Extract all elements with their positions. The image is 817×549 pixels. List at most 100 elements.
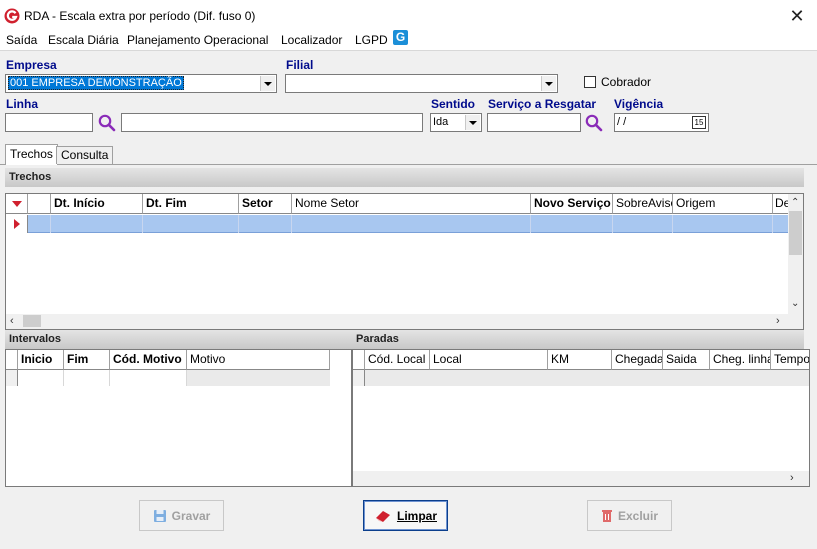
servico-input[interactable] [487, 113, 581, 132]
chevron-down-icon[interactable] [260, 76, 275, 91]
menu-saida[interactable]: Saída [6, 33, 37, 47]
grid-cell[interactable] [64, 370, 110, 386]
col-novo-servico[interactable]: Novo Serviço [531, 194, 613, 214]
col-inicio[interactable]: Inicio [18, 350, 64, 370]
col-cheg-linha[interactable]: Cheg. linha [710, 350, 771, 370]
sort-down-icon[interactable] [12, 201, 22, 207]
row-indicator [353, 370, 365, 386]
intervalos-grid[interactable]: Inicio Fim Cód. Motivo Motivo [5, 349, 352, 487]
menu-bar: Saída Escala Diária Planejamento Operaci… [0, 31, 817, 51]
close-icon[interactable]: ✕ [780, 3, 814, 29]
scroll-right-icon[interactable]: › [776, 315, 780, 327]
search-icon[interactable] [97, 113, 117, 133]
trash-icon [601, 509, 612, 522]
table-row[interactable] [6, 370, 330, 386]
tab-consulta[interactable]: Consulta [56, 146, 114, 164]
grid-cell[interactable] [143, 215, 239, 233]
col-de[interactable]: De [773, 194, 789, 214]
search-icon[interactable] [584, 113, 604, 133]
menu-localizador[interactable]: Localizador [281, 33, 342, 47]
col-sobreaviso[interactable]: SobreAviso [613, 194, 673, 214]
grid-cell[interactable] [365, 370, 809, 386]
col-km[interactable]: KM [548, 350, 612, 370]
grid-cell[interactable] [239, 215, 292, 233]
gravar-button[interactable]: Gravar [139, 500, 224, 531]
paradas-grid[interactable]: Cód. Local Local KM Chegada Saida Cheg. … [352, 349, 810, 487]
col-nome-setor[interactable]: Nome Setor [292, 194, 531, 214]
servico-label: Serviço a Resgatar [488, 97, 597, 111]
col-local[interactable]: Local [430, 350, 548, 370]
col-tempo[interactable]: Tempo [771, 350, 809, 370]
sentido-value: Ida [433, 116, 449, 128]
window-title: RDA - Escala extra por período (Dif. fus… [24, 9, 256, 23]
save-icon [153, 509, 166, 522]
grid-blank-header [28, 194, 51, 214]
linha-code-input[interactable] [5, 113, 93, 132]
scroll-right-icon[interactable]: › [790, 472, 794, 484]
sentido-label: Sentido [431, 97, 475, 111]
col-fim[interactable]: Fim [64, 350, 110, 370]
col-cod-local[interactable]: Cód. Local [365, 350, 430, 370]
filial-label: Filial [286, 58, 314, 72]
vigencia-value: / / [617, 116, 627, 128]
excluir-label: Excluir [617, 508, 659, 523]
grid-cell[interactable] [28, 215, 51, 233]
lgpd-g-icon[interactable]: G [393, 30, 408, 45]
grid-cell[interactable] [187, 370, 330, 386]
col-motivo[interactable]: Motivo [187, 350, 330, 370]
grid-cell[interactable] [613, 215, 673, 233]
empresa-select[interactable]: 001 EMPRESA DEMONSTRAÇÃO [5, 74, 277, 93]
grid-cell[interactable] [292, 215, 531, 233]
eraser-icon [375, 510, 390, 522]
grid-cell[interactable] [673, 215, 773, 233]
menu-planejamento-operacional[interactable]: Planejamento Operacional [127, 33, 268, 47]
trechos-grid[interactable]: Dt. Início Dt. Fim Setor Nome Setor Novo… [5, 193, 804, 330]
menu-lgpd[interactable]: LGPD [355, 33, 388, 47]
calendar-icon[interactable]: 15 [692, 116, 706, 129]
linha-description-input[interactable] [121, 113, 423, 132]
col-dt-fim[interactable]: Dt. Fim [143, 194, 239, 214]
scroll-down-icon[interactable]: ⌄ [791, 298, 799, 309]
cobrador-checkbox[interactable] [584, 76, 596, 88]
cobrador-label: Cobrador [601, 75, 652, 89]
row-indicator [6, 370, 18, 386]
filial-select[interactable] [285, 74, 558, 93]
app-logo-icon [4, 8, 20, 24]
linha-label: Linha [6, 97, 38, 111]
menu-escala-diaria[interactable]: Escala Diária [48, 33, 119, 47]
table-row[interactable] [353, 370, 809, 386]
vigencia-date-input[interactable]: / / 15 [614, 113, 709, 132]
horizontal-scrollbar[interactable]: ‹ › [6, 314, 803, 329]
col-origem[interactable]: Origem [673, 194, 773, 214]
scroll-up-icon[interactable]: ⌃ [791, 197, 799, 208]
limpar-button[interactable]: Limpar [363, 500, 448, 531]
scroll-thumb[interactable] [789, 211, 802, 255]
col-chegada[interactable]: Chegada [612, 350, 663, 370]
col-setor[interactable]: Setor [239, 194, 292, 214]
limpar-label: Limpar [396, 508, 437, 523]
col-cod-motivo[interactable]: Cód. Motivo [110, 350, 187, 370]
grid-blank-header [6, 350, 18, 370]
vigencia-label: Vigência [614, 97, 664, 111]
scroll-left-icon[interactable]: ‹ [10, 315, 14, 327]
grid-cell[interactable] [110, 370, 187, 386]
paradas-header: Paradas [352, 330, 804, 349]
col-dt-inicio[interactable]: Dt. Início [51, 194, 143, 214]
table-row[interactable] [6, 215, 788, 233]
sentido-select[interactable]: Ida [430, 113, 482, 132]
col-saida[interactable]: Saida [663, 350, 710, 370]
tab-trechos[interactable]: Trechos [5, 144, 58, 165]
scroll-thumb[interactable] [23, 315, 41, 327]
vertical-scrollbar[interactable]: ⌃ ⌄ [788, 194, 803, 314]
current-row-icon [14, 219, 20, 229]
tab-baseline [0, 164, 817, 165]
excluir-button[interactable]: Excluir [587, 500, 672, 531]
grid-sort-cell [6, 194, 28, 214]
empresa-label: Empresa [6, 58, 57, 72]
grid-cell[interactable] [18, 370, 64, 386]
chevron-down-icon[interactable] [465, 115, 480, 130]
grid-cell[interactable] [51, 215, 143, 233]
chevron-down-icon[interactable] [541, 76, 556, 91]
grid-cell[interactable] [531, 215, 613, 233]
horizontal-scrollbar[interactable]: › [353, 471, 809, 486]
